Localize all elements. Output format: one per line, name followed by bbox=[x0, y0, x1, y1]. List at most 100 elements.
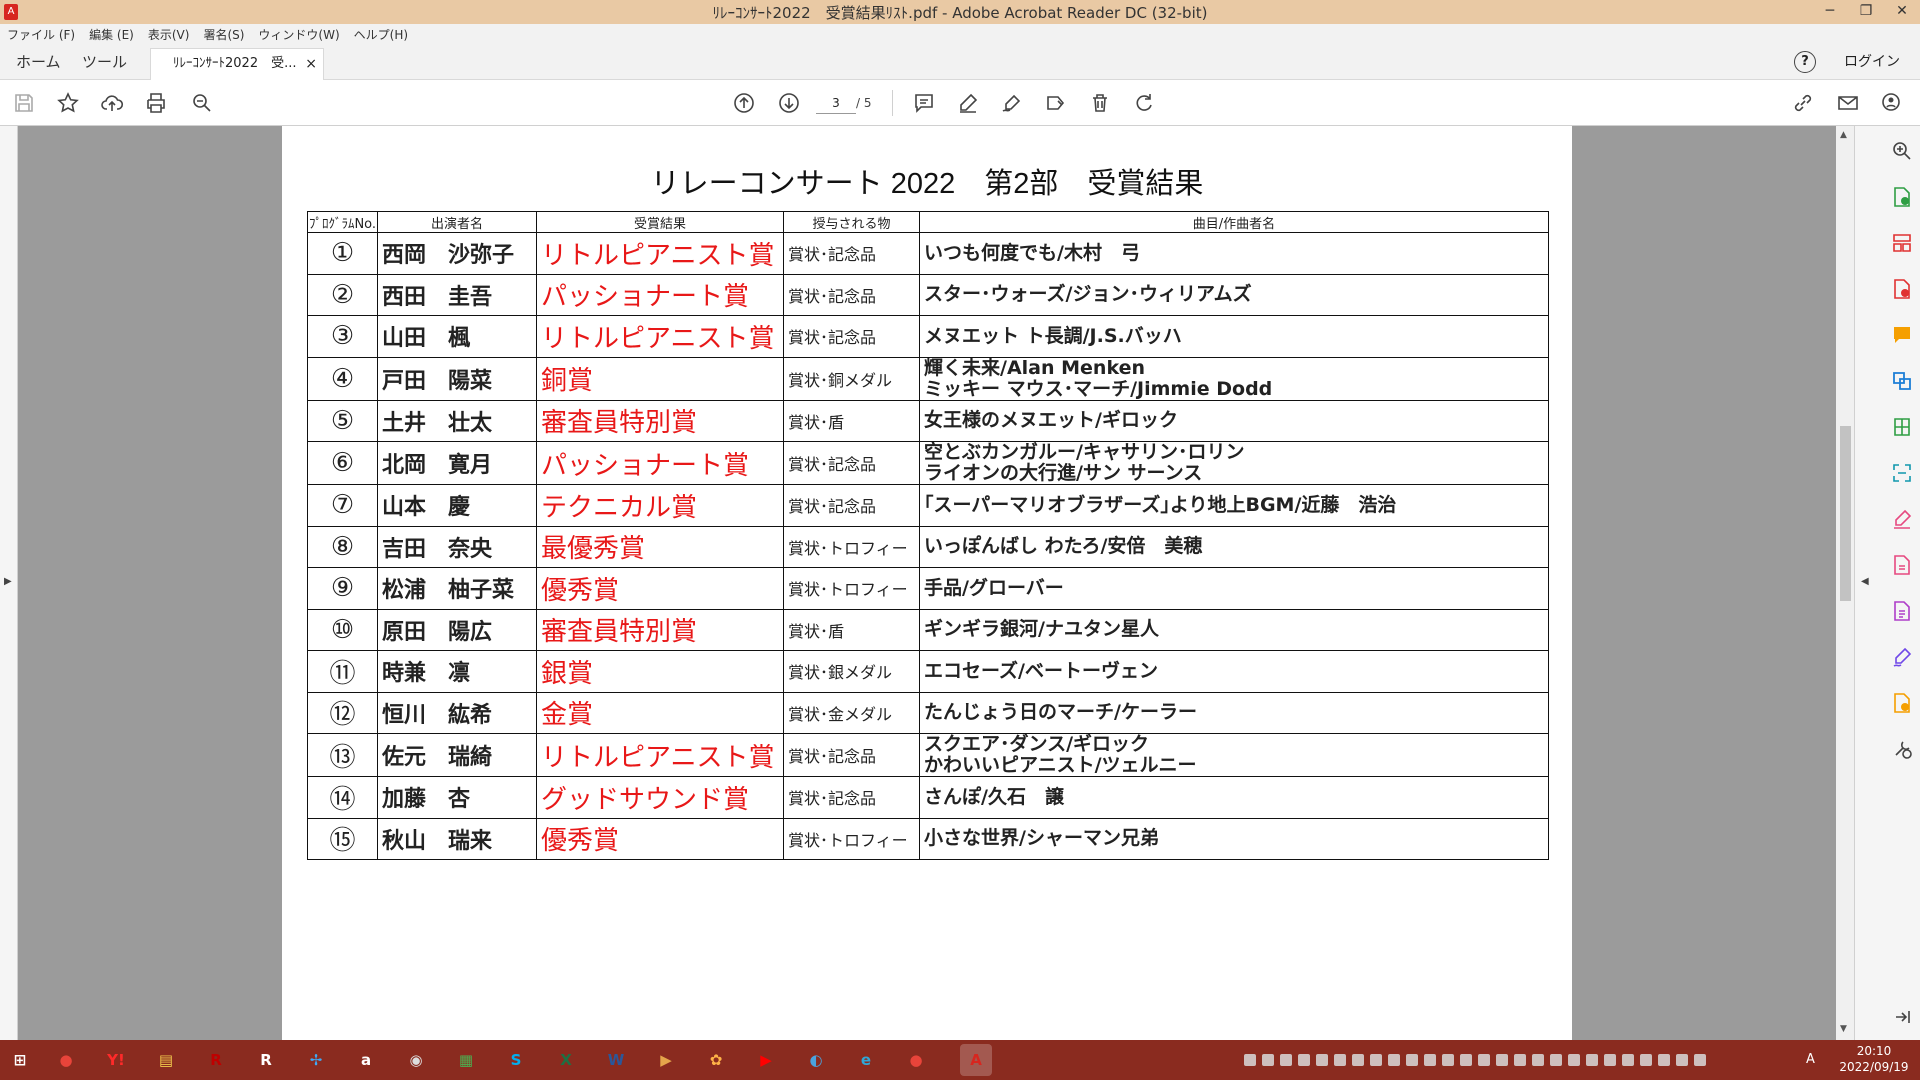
rotate-icon[interactable] bbox=[1130, 89, 1158, 117]
restore-button[interactable]: ❐ bbox=[1848, 0, 1884, 24]
tray-icon[interactable] bbox=[1460, 1054, 1472, 1066]
taskbar-clock[interactable]: 20:10 2022/09/19 bbox=[1836, 1043, 1912, 1075]
comment-icon[interactable] bbox=[910, 89, 938, 117]
taskbar-skype-icon[interactable]: S bbox=[500, 1044, 532, 1076]
scan-ocr-icon[interactable] bbox=[1891, 462, 1913, 484]
cloud-upload-icon[interactable] bbox=[98, 89, 126, 117]
menu-sign[interactable]: 署名(S) bbox=[196, 26, 251, 43]
edit-pdf-icon[interactable] bbox=[1891, 554, 1913, 576]
taskbar-flower-icon[interactable]: ✿ bbox=[700, 1044, 732, 1076]
tray-icon[interactable] bbox=[1352, 1054, 1364, 1066]
taskbar-video-icon[interactable]: ▶ bbox=[650, 1044, 682, 1076]
help-icon[interactable]: ? bbox=[1794, 51, 1816, 73]
send-for-review-icon[interactable] bbox=[1891, 692, 1913, 714]
tray-icon[interactable] bbox=[1532, 1054, 1544, 1066]
comment-tool-icon[interactable] bbox=[1891, 324, 1913, 346]
star-icon[interactable] bbox=[54, 89, 82, 117]
taskbar-excel-icon[interactable]: X bbox=[550, 1044, 582, 1076]
taskbar-amazon-icon[interactable]: a bbox=[350, 1044, 382, 1076]
tray-icon[interactable] bbox=[1514, 1054, 1526, 1066]
compress-pdf-icon[interactable] bbox=[1891, 416, 1913, 438]
collapse-right-panel-icon[interactable]: ◀ bbox=[1861, 576, 1869, 587]
page-number-input[interactable]: 3 bbox=[816, 92, 856, 114]
tray-icon[interactable] bbox=[1622, 1054, 1634, 1066]
sign-icon[interactable] bbox=[998, 89, 1026, 117]
close-window-button[interactable]: ✕ bbox=[1884, 0, 1920, 24]
ime-indicator[interactable]: A bbox=[1806, 1052, 1815, 1067]
tab-home[interactable]: ホーム bbox=[16, 44, 61, 80]
scroll-down-arrow-icon[interactable]: ▼ bbox=[1840, 1024, 1847, 1034]
tab-document[interactable]: ﾘﾚｰｺﾝｻｰﾄ2022 受... × bbox=[150, 48, 324, 80]
tray-icon[interactable] bbox=[1334, 1054, 1346, 1066]
request-signature-icon[interactable] bbox=[1891, 646, 1913, 668]
minimize-button[interactable]: ─ bbox=[1812, 0, 1848, 24]
next-page-icon[interactable] bbox=[775, 89, 803, 117]
menu-file[interactable]: ファイル (F) bbox=[0, 26, 82, 43]
expand-left-panel-icon[interactable]: ▶ bbox=[4, 576, 12, 587]
taskbar-chrome-icon[interactable]: ● bbox=[50, 1044, 82, 1076]
menu-window[interactable]: ウィンドウ(W) bbox=[251, 26, 346, 43]
prepare-form-icon[interactable] bbox=[1891, 600, 1913, 622]
tray-icon[interactable] bbox=[1424, 1054, 1436, 1066]
fill-sign-icon[interactable] bbox=[1891, 508, 1913, 530]
taskbar-rakuten-r-icon[interactable]: R bbox=[200, 1044, 232, 1076]
scroll-up-arrow-icon[interactable]: ▲ bbox=[1840, 130, 1847, 140]
tray-icon[interactable] bbox=[1568, 1054, 1580, 1066]
user-add-icon[interactable] bbox=[1878, 89, 1906, 117]
taskbar-rakuten-icon[interactable]: R bbox=[250, 1044, 282, 1076]
tab-tools[interactable]: ツール bbox=[82, 44, 127, 80]
close-tab-icon[interactable]: × bbox=[305, 49, 317, 79]
save-icon[interactable] bbox=[10, 89, 38, 117]
taskbar-explorer-icon[interactable]: ▤ bbox=[150, 1044, 182, 1076]
edit-tags-icon[interactable] bbox=[1042, 89, 1070, 117]
tray-icon[interactable] bbox=[1442, 1054, 1454, 1066]
taskbar-fan-icon[interactable]: ✢ bbox=[300, 1044, 332, 1076]
zoom-search-icon[interactable] bbox=[188, 89, 216, 117]
menu-view[interactable]: 表示(V) bbox=[141, 26, 197, 43]
tray-icon[interactable] bbox=[1280, 1054, 1292, 1066]
taskbar-youtube-icon[interactable]: ▶ bbox=[750, 1044, 782, 1076]
zoom-in-icon[interactable] bbox=[1891, 140, 1913, 162]
tray-icon[interactable] bbox=[1640, 1054, 1652, 1066]
export-pdf-icon[interactable] bbox=[1891, 186, 1913, 208]
tray-icon[interactable] bbox=[1496, 1054, 1508, 1066]
collapse-pane-icon[interactable] bbox=[1891, 1006, 1913, 1028]
taskbar-word-icon[interactable]: W bbox=[600, 1044, 632, 1076]
print-icon[interactable] bbox=[142, 89, 170, 117]
create-pdf-icon[interactable] bbox=[1891, 278, 1913, 300]
more-tools-icon[interactable] bbox=[1891, 738, 1913, 760]
organize-pages-icon[interactable] bbox=[1891, 232, 1913, 254]
vertical-scrollbar[interactable]: ▲ ▼ bbox=[1836, 126, 1854, 1040]
trash-icon[interactable] bbox=[1086, 89, 1114, 117]
tray-icon[interactable] bbox=[1316, 1054, 1328, 1066]
tray-icon[interactable] bbox=[1370, 1054, 1382, 1066]
menu-help[interactable]: ヘルプ(H) bbox=[347, 26, 415, 43]
tray-icon[interactable] bbox=[1694, 1054, 1706, 1066]
tray-icon[interactable] bbox=[1658, 1054, 1670, 1066]
tray-icon[interactable] bbox=[1478, 1054, 1490, 1066]
taskbar-acrobat-icon[interactable]: A bbox=[960, 1044, 992, 1076]
taskbar-edge-icon[interactable]: e bbox=[850, 1044, 882, 1076]
login-button[interactable]: ログイン bbox=[1844, 44, 1900, 80]
scrollbar-thumb[interactable] bbox=[1840, 426, 1851, 601]
tray-icon[interactable] bbox=[1298, 1054, 1310, 1066]
tray-icon[interactable] bbox=[1406, 1054, 1418, 1066]
tray-icon[interactable] bbox=[1586, 1054, 1598, 1066]
tray-icon[interactable] bbox=[1550, 1054, 1562, 1066]
previous-page-icon[interactable] bbox=[730, 89, 758, 117]
taskbar-chrome-2-icon[interactable]: ● bbox=[900, 1044, 932, 1076]
tray-icon[interactable] bbox=[1604, 1054, 1616, 1066]
tray-icon[interactable] bbox=[1262, 1054, 1274, 1066]
taskbar-eye-icon[interactable]: ◉ bbox=[400, 1044, 432, 1076]
menu-edit[interactable]: 編集 (E) bbox=[82, 26, 141, 43]
taskbar-yahoo-icon[interactable]: Y! bbox=[100, 1044, 132, 1076]
combine-files-icon[interactable] bbox=[1891, 370, 1913, 392]
tray-icon[interactable] bbox=[1388, 1054, 1400, 1066]
tray-icon[interactable] bbox=[1676, 1054, 1688, 1066]
taskbar-globe-icon[interactable]: ◐ bbox=[800, 1044, 832, 1076]
mail-icon[interactable] bbox=[1834, 89, 1862, 117]
share-link-icon[interactable] bbox=[1789, 89, 1817, 117]
tray-icon[interactable] bbox=[1244, 1054, 1256, 1066]
taskbar-store-icon[interactable]: ▦ bbox=[450, 1044, 482, 1076]
taskbar-start-icon[interactable]: ⊞ bbox=[4, 1044, 36, 1076]
